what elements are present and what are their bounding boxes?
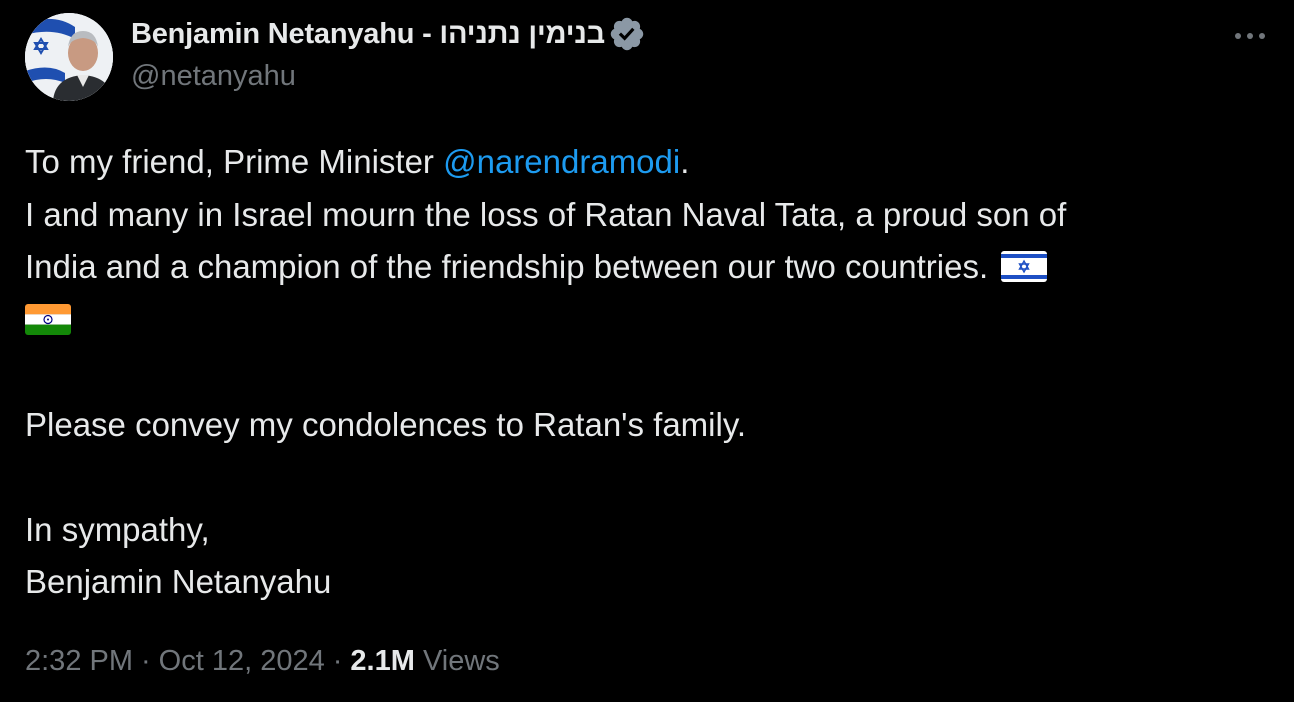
israel-flag-icon — [1001, 251, 1048, 282]
views-label: Views — [422, 645, 500, 677]
tweet-line-3-text: India and a champion of the friendship b… — [25, 248, 989, 285]
avatar-image — [25, 13, 113, 101]
meta-separator: · — [141, 645, 151, 677]
timestamp-time[interactable]: 2:32 PM — [25, 645, 133, 677]
tweet-line-2: I and many in Israel mourn the loss of R… — [25, 195, 1067, 233]
mention-link[interactable]: @narendramodi — [443, 143, 680, 180]
author-name-row[interactable]: Benjamin Netanyahu - בנימין נתניהו — [131, 14, 646, 54]
tweet-line-3: India and a champion of the friendship b… — [25, 241, 1270, 294]
tweet-meta: 2:32 PM · Oct 12, 2024 · 2.1M Views — [25, 645, 500, 678]
tweet-line-5: Please convey my condolences to Ratan's … — [25, 405, 747, 443]
more-options-icon[interactable] — [1232, 24, 1268, 48]
tweet-line-7: In sympathy, — [25, 510, 210, 548]
avatar[interactable] — [25, 13, 113, 101]
meta-separator: · — [332, 645, 343, 677]
views-count: 2.1M — [350, 645, 415, 677]
tweet-line-1: To my friend, Prime Minister @narendramo… — [25, 136, 1270, 189]
tweet-text: To my friend, Prime Minister @narendramo… — [25, 136, 1270, 609]
timestamp-date[interactable]: Oct 12, 2024 — [159, 645, 325, 677]
india-flag-icon — [25, 303, 71, 335]
author-handle[interactable]: @netanyahu — [131, 60, 296, 93]
tweet-line-8: Benjamin Netanyahu — [25, 563, 332, 600]
greeting-suffix: . — [680, 143, 690, 180]
greeting-text: To my friend, Prime Minister — [25, 143, 444, 180]
display-name[interactable]: Benjamin Netanyahu - בנימין נתניהו — [131, 18, 605, 51]
tweet-card: Benjamin Netanyahu - בנימין נתניהו @neta… — [0, 0, 1294, 702]
verified-badge-icon — [608, 15, 646, 53]
tweet-line-4 — [25, 294, 1270, 347]
